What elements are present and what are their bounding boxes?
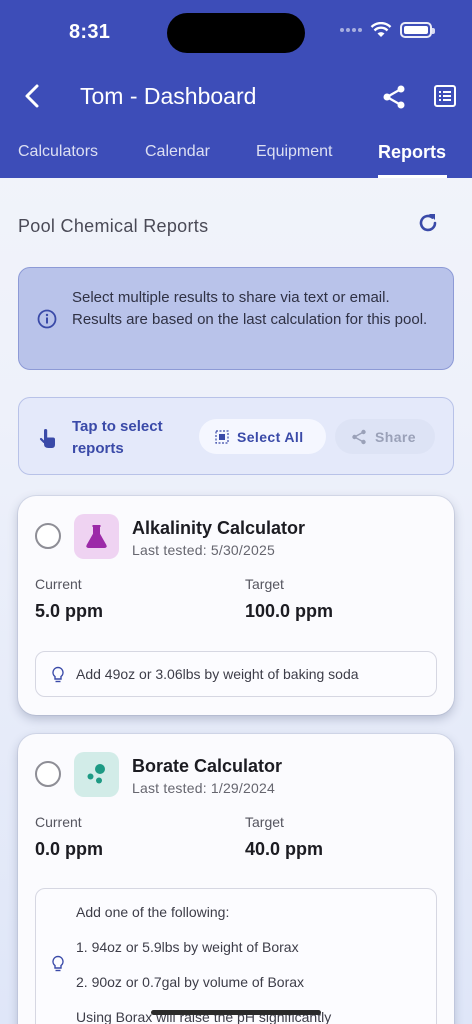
current-label: Current <box>35 576 82 592</box>
report-title: Borate Calculator <box>132 756 283 776</box>
report-list-button[interactable] <box>433 84 457 108</box>
select-radio[interactable] <box>35 523 61 549</box>
report-card-alkalinity[interactable]: Alkalinity Calculator Last tested: 5/30/… <box>18 496 454 715</box>
info-text: Select multiple results to share via tex… <box>72 289 428 328</box>
report-card-borate[interactable]: Borate Calculator Last tested: 1/29/2024… <box>18 734 454 1024</box>
last-tested: Last tested: 5/30/2025 <box>132 542 275 558</box>
selection-bar: Tap to select reports Select All Share <box>18 397 454 475</box>
cellular-signal-icon <box>340 28 362 32</box>
calculator-icon-tile <box>74 514 119 559</box>
tab-bar: Calculators Calendar Equipment Reports <box>0 140 472 178</box>
selection-hint: Tap to select reports <box>72 418 163 457</box>
current-label: Current <box>35 814 82 830</box>
current-value: 5.0 ppm <box>35 601 104 621</box>
refresh-button[interactable] <box>416 211 440 235</box>
recommendation-box: Add one of the following: 1. 94oz or 5.9… <box>35 888 437 1024</box>
lightbulb-icon <box>52 955 64 972</box>
share-label: Share <box>375 428 416 445</box>
lightbulb-icon <box>52 666 64 683</box>
recommendation-box: Add 49oz or 3.06lbs by weight of baking … <box>35 651 437 697</box>
molecule-icon <box>87 764 105 784</box>
info-banner: Select multiple results to share via tex… <box>18 267 454 370</box>
share-icon <box>352 429 366 444</box>
share-button[interactable] <box>381 84 407 110</box>
wifi-icon <box>370 22 392 37</box>
back-button[interactable] <box>20 82 44 110</box>
select-all-icon <box>215 429 229 444</box>
current-value: 0.0 ppm <box>35 839 104 859</box>
dynamic-island <box>167 13 305 53</box>
info-icon <box>37 309 57 329</box>
select-radio[interactable] <box>35 761 61 787</box>
share-selected-button[interactable]: Share <box>335 419 435 454</box>
app-header: 8:31 Tom - Dashboard Calculators Calenda… <box>0 0 472 178</box>
tab-calendar[interactable]: Calendar <box>145 143 210 161</box>
battery-icon <box>400 22 435 38</box>
select-all-label: Select All <box>237 428 304 445</box>
target-value: 40.0 ppm <box>245 839 324 859</box>
status-icons <box>340 22 435 38</box>
target-value: 100.0 ppm <box>245 601 334 621</box>
target-label: Target <box>245 814 284 830</box>
status-time: 8:31 <box>69 21 111 43</box>
report-title: Alkalinity Calculator <box>132 518 306 538</box>
target-label: Target <box>245 576 284 592</box>
recommendation-text: Add 49oz or 3.06lbs by weight of baking … <box>76 666 359 682</box>
calculator-icon-tile <box>74 752 119 797</box>
page-title: Tom - Dashboard <box>80 83 257 109</box>
last-tested: Last tested: 1/29/2024 <box>132 780 275 796</box>
tab-calculators[interactable]: Calculators <box>18 143 98 161</box>
recommendation-line: 1. 94oz or 5.9lbs by weight of Borax <box>76 939 299 955</box>
home-indicator <box>151 1010 321 1015</box>
tab-equipment[interactable]: Equipment <box>256 143 333 161</box>
section-title: Pool Chemical Reports <box>18 216 209 236</box>
recommendation-line: 2. 90oz or 0.7gal by volume of Borax <box>76 974 305 990</box>
recommendation-line: Add one of the following: <box>76 904 230 920</box>
tap-hand-icon <box>39 429 55 448</box>
tab-reports[interactable]: Reports <box>378 142 446 163</box>
flask-icon <box>86 525 107 548</box>
active-tab-indicator <box>378 175 447 178</box>
select-all-button[interactable]: Select All <box>199 419 326 454</box>
